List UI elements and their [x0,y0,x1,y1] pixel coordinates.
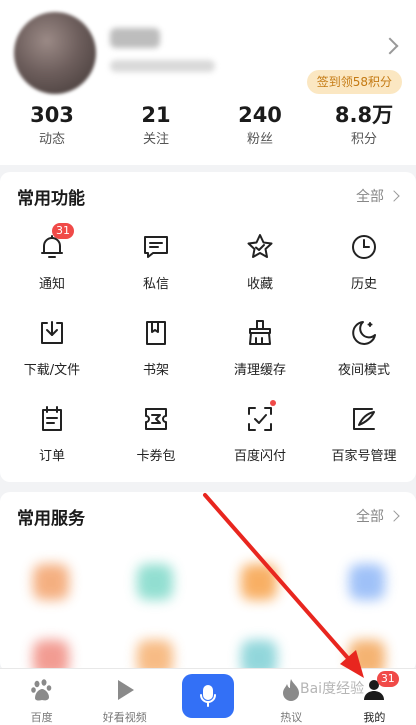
function-label: 卡券包 [136,449,176,464]
services-more-link[interactable]: 全部 [356,506,400,526]
download-icon [37,318,67,348]
nav-badge: 31 [376,671,399,687]
stat-label: 粉丝 [246,132,273,147]
functions-more-link[interactable]: 全部 [356,186,400,206]
nav-label: 百度 [30,711,53,724]
stat-posts[interactable]: 303 动态 [0,100,104,160]
function-label: 收藏 [246,277,273,292]
function-coupons[interactable]: 卡券包 [104,392,208,478]
function-messages[interactable]: 私信 [104,220,208,306]
more-label: 全部 [356,189,384,205]
nav-haokan-video[interactable]: 好看视频 [83,669,166,725]
function-label: 百家号管理 [331,449,397,464]
function-night-mode[interactable]: 夜间模式 [312,306,416,392]
function-clear-cache[interactable]: 清理缓存 [208,306,312,392]
more-label: 全部 [356,509,384,525]
profile-stats: 303 动态 21 关注 240 粉丝 8.8万 积分 [0,100,416,160]
function-label: 下载/文件 [23,363,81,378]
coupon-icon [141,404,171,434]
checkin-button[interactable]: 签到领58积分 [306,70,402,94]
service-icon-blurred[interactable] [241,564,277,600]
stat-value: 240 [238,103,282,127]
new-dot-indicator [270,400,276,406]
function-label: 订单 [38,449,65,464]
profile-header[interactable]: 签到领58积分 303 动态 21 关注 240 粉丝 8.8万 积分 [0,0,416,165]
section-title: 常用服务 [17,509,85,529]
nav-label: 我的 [363,711,386,724]
stat-value: 8.8万 [334,103,394,127]
stat-fans[interactable]: 240 粉丝 [208,100,312,160]
moon-icon [349,318,379,348]
service-icon-blurred[interactable] [137,564,173,600]
star-icon [245,232,275,262]
function-notifications[interactable]: 31 通知 [0,220,104,306]
section-title: 常用功能 [17,189,85,209]
function-baidu-pay[interactable]: 百度闪付 [208,392,312,478]
chevron-right-icon [388,510,400,522]
function-baijiahao[interactable]: 百家号管理 [312,392,416,478]
stat-value: 21 [141,103,171,127]
chat-icon [141,232,171,262]
my-page: 签到领58积分 303 动态 21 关注 240 粉丝 8.8万 积分 常用功能… [0,0,416,725]
stat-value: 303 [30,103,74,127]
clock-icon [349,232,379,262]
stat-label: 动态 [38,132,65,147]
common-functions-card: 常用功能 全部 31 通知 私信 收藏 历史 下载/文件 书架 清理缓存 夜间模… [0,172,416,482]
function-downloads[interactable]: 下载/文件 [0,306,104,392]
watermark: Bai度经验 [300,681,365,697]
service-icon-blurred[interactable] [349,564,385,600]
function-label: 历史 [350,277,377,292]
microphone-icon [200,685,216,707]
stat-label: 积分 [350,132,377,147]
function-label: 私信 [142,277,169,292]
nav-label: 好看视频 [102,711,147,724]
function-label: 书架 [142,363,169,378]
stat-following[interactable]: 21 关注 [104,100,208,160]
chevron-right-icon [388,190,400,202]
function-label: 通知 [38,277,65,292]
baidu-paw-icon [29,677,55,703]
play-icon [112,677,138,703]
voice-search-button[interactable] [182,674,234,718]
common-services-card: 常用服务 全部 [0,492,416,676]
profile-subline-blurred [110,60,215,72]
order-icon [37,404,67,434]
chevron-right-icon[interactable] [381,37,399,55]
function-history[interactable]: 历史 [312,220,416,306]
stat-label: 关注 [142,132,169,147]
function-orders[interactable]: 订单 [0,392,104,478]
username-blurred [110,28,160,48]
service-icon-blurred[interactable] [33,564,69,600]
stat-points[interactable]: 8.8万 积分 [312,100,416,160]
notification-badge: 31 [52,223,74,239]
avatar[interactable] [14,12,96,94]
nav-baidu[interactable]: 百度 [0,669,83,725]
broom-icon [245,318,275,348]
nav-label: 热议 [280,711,303,724]
nav-voice-search[interactable] [166,669,249,725]
functions-grid: 31 通知 私信 收藏 历史 下载/文件 书架 清理缓存 夜间模式 订单 卡券包… [0,220,416,478]
scan-pay-icon [245,404,275,434]
function-label: 百度闪付 [233,449,286,464]
pen-paper-icon [349,404,379,434]
function-label: 夜间模式 [337,363,390,378]
function-label: 清理缓存 [233,363,286,378]
bookshelf-icon [141,318,171,348]
function-favorites[interactable]: 收藏 [208,220,312,306]
function-bookshelf[interactable]: 书架 [104,306,208,392]
